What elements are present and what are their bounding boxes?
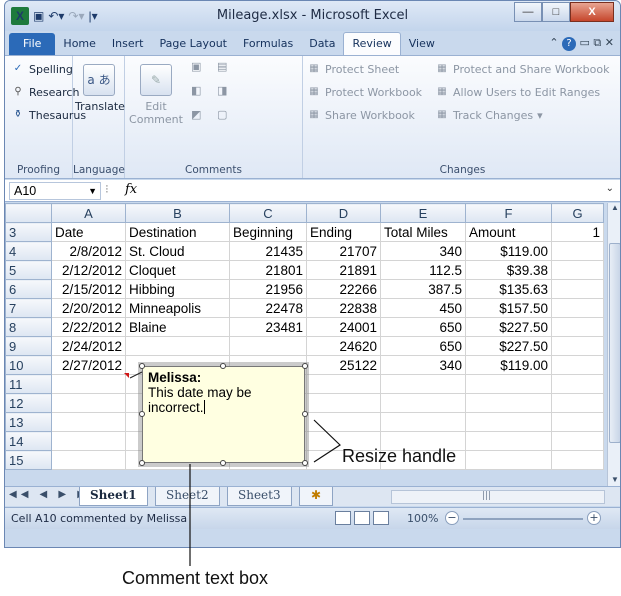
comment-text-box-callout: Comment text box — [122, 568, 269, 588]
resize-handle-callout: Resize handle — [342, 446, 457, 466]
callout-lines — [129, 371, 341, 566]
